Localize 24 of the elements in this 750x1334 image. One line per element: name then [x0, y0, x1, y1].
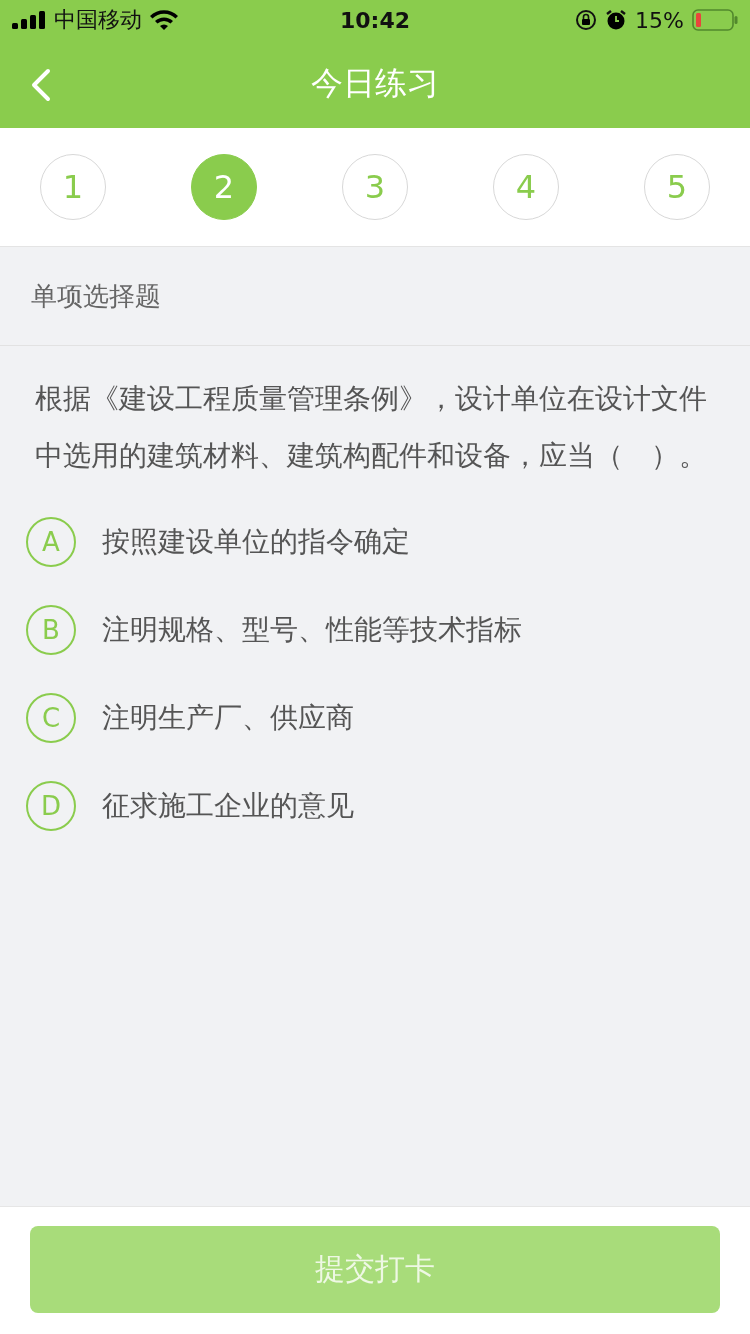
carrier-name: 中国移动: [54, 6, 142, 34]
question-number-tab[interactable]: 4: [493, 154, 559, 220]
battery-icon: [692, 9, 738, 31]
option-letter[interactable]: A: [26, 517, 76, 567]
rotation-lock-icon: [575, 9, 598, 31]
option-letter[interactable]: D: [26, 781, 76, 831]
alarm-icon: [605, 9, 628, 31]
option-letter[interactable]: B: [26, 605, 76, 655]
battery-percent: 15%: [635, 7, 684, 33]
clock-time: 10:42: [340, 7, 410, 33]
option-text[interactable]: 注明规格、型号、性能等技术指标: [102, 611, 522, 649]
option-text[interactable]: 按照建设单位的指令确定: [102, 523, 410, 561]
option-text[interactable]: 注明生产厂、供应商: [102, 699, 354, 737]
option-text[interactable]: 征求施工企业的意见: [102, 787, 354, 825]
question-text: 根据《建设工程质量管理条例》，设计单位在设计文件中选用的建筑材料、建筑构配件和设备，应当（ ）。: [34, 381, 708, 474]
wifi-icon: [150, 10, 178, 30]
question-number-tab[interactable]: 2: [191, 154, 257, 220]
signal-icon: [12, 11, 46, 29]
option-letter[interactable]: C: [26, 693, 76, 743]
page-title: 今日练习: [311, 63, 439, 104]
question-number-tab[interactable]: 5: [644, 154, 710, 220]
question-number-tab[interactable]: 3: [342, 154, 408, 220]
question-type: 单项选择题: [0, 247, 750, 346]
question-number-tab[interactable]: 1: [40, 154, 106, 220]
